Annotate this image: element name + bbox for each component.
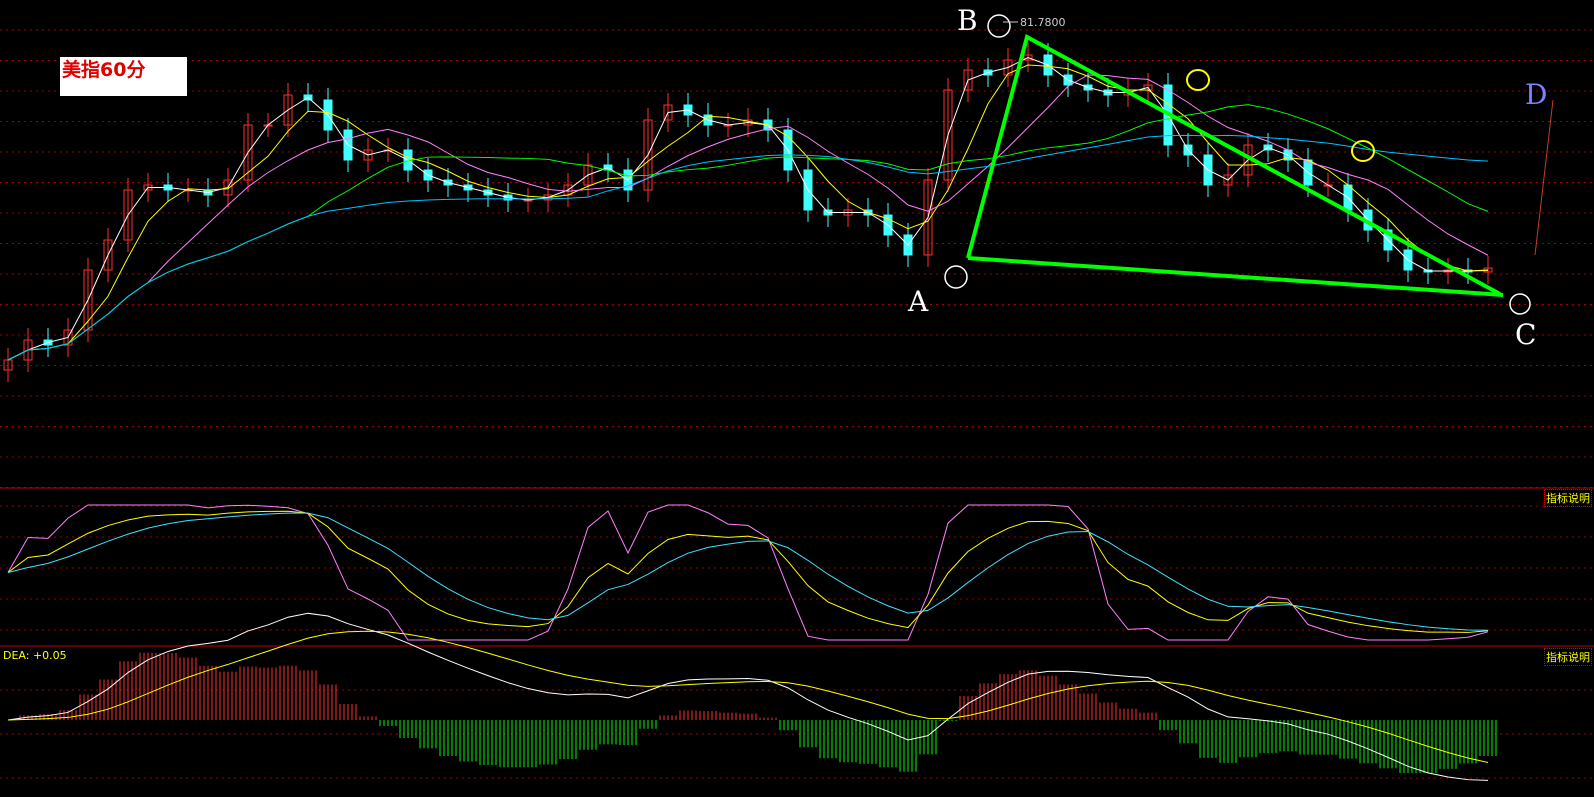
macd-indicator-info-button[interactable]: 指标说明 [1544,648,1592,666]
highlight-circle-2 [1351,140,1375,162]
moving-averages [7,56,1489,361]
label-b: B [957,4,978,37]
kdj-indicator-info-button[interactable]: 指标说明 [1544,489,1592,507]
point-b-circle [987,14,1011,38]
kdj-line [7,504,1489,641]
kdj-panel [7,504,1489,641]
highlight-circle-1 [1186,69,1210,91]
high-price-label: 81.7800 [1020,16,1066,29]
moving-average-line [7,104,1489,361]
moving-average-line [7,56,1489,361]
chart-title: 美指60分 [60,57,187,96]
kdj-line [7,512,1489,631]
label-c: C [1515,318,1537,351]
candles [3,43,1493,382]
dif-line [7,612,1489,781]
label-a: A [908,285,929,318]
label-d: D [1525,78,1548,111]
macd-panel [7,612,1497,781]
trend-line-ac [967,256,1504,297]
price-chart [0,14,1594,781]
trend-line-cd [1534,99,1554,256]
point-a-circle [944,265,968,289]
dea-readout: DEA: +0.05 [3,649,67,662]
kdj-line [7,510,1489,633]
dea-line [7,630,1489,763]
